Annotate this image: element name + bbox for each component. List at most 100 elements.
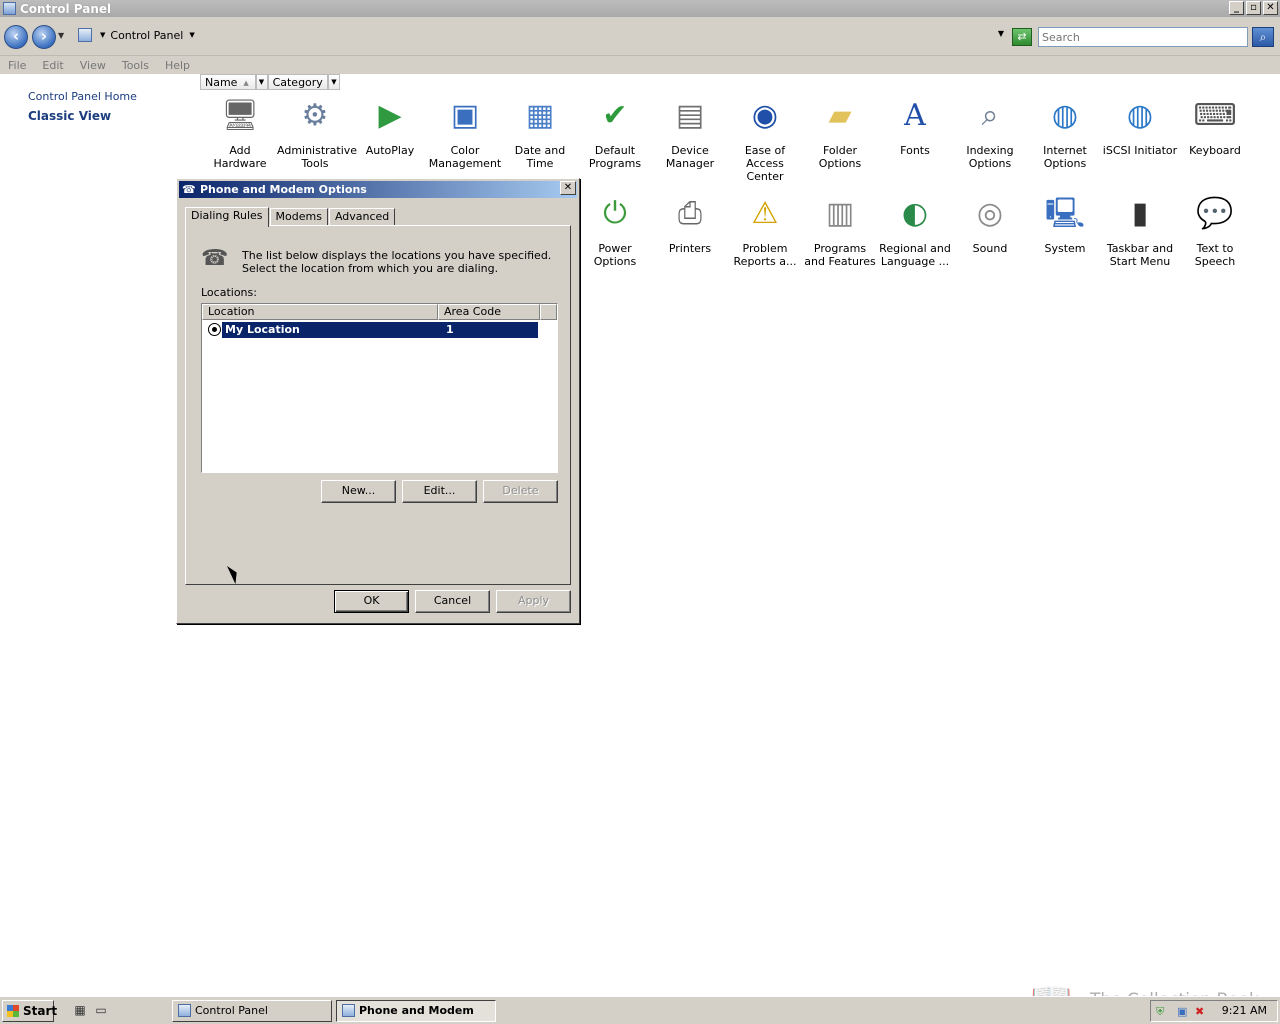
taskbar-start-menu-icon: ▮ xyxy=(1131,195,1149,231)
taskbar: Start ▦ ▭ Control Panel Phone and Modem … xyxy=(0,996,1280,1024)
chevron-down-icon[interactable]: ▼ xyxy=(189,31,194,39)
tab-dialing-rules[interactable]: Dialing Rules xyxy=(185,207,269,227)
menu-view[interactable]: View xyxy=(72,59,114,72)
close-button[interactable]: ✕ xyxy=(1263,1,1278,15)
cp-item-internet-options[interactable]: ◍ Internet Options xyxy=(1027,92,1103,170)
color-management-icon: ▣ xyxy=(450,97,480,133)
locations-list[interactable]: Location Area Code My Location 1 xyxy=(201,303,558,473)
delete-location-button[interactable]: Delete xyxy=(483,480,558,503)
taskbar-item-phone-modem[interactable]: Phone and Modem Op... xyxy=(336,1000,496,1022)
tab-advanced[interactable]: Advanced xyxy=(328,208,396,226)
icon-label: Regional and Language ... xyxy=(879,242,951,268)
chevron-down-icon[interactable]: ▼ xyxy=(100,31,105,39)
cp-item-add-hardware[interactable]: 🖥 Add Hardware xyxy=(202,92,278,170)
cp-item-administrative-tools[interactable]: ⚙ Administrative Tools xyxy=(277,92,357,170)
network-icon[interactable]: ▣ xyxy=(1177,1005,1190,1018)
tab-modems[interactable]: Modems xyxy=(269,208,328,226)
taskbar-item-control-panel[interactable]: Control Panel xyxy=(172,1000,332,1022)
control-panel-icon xyxy=(3,2,16,15)
maximize-button[interactable]: ▫ xyxy=(1246,1,1261,15)
cp-item-problem-reports[interactable]: ⚠ Problem Reports a... xyxy=(727,190,803,268)
table-row[interactable]: My Location 1 xyxy=(222,322,538,338)
address-dropdown-button[interactable]: ▼ xyxy=(998,29,1004,38)
cp-item-power-options[interactable]: ⏻ Power Options xyxy=(577,190,653,268)
address-path[interactable]: Control Panel xyxy=(110,29,183,42)
dialog-title: Phone and Modem Options xyxy=(200,183,367,196)
selected-location-radio[interactable] xyxy=(208,323,221,336)
column-area-code[interactable]: Area Code xyxy=(438,304,540,320)
network-error-icon[interactable]: ✖ xyxy=(1195,1005,1208,1018)
cp-item-text-to-speech[interactable]: 💬 Text to Speech xyxy=(1177,190,1253,268)
menu-help[interactable]: Help xyxy=(157,59,198,72)
icon-label: Text to Speech xyxy=(1194,242,1236,268)
show-desktop-icon[interactable]: ▭ xyxy=(93,1003,109,1018)
fonts-icon: A xyxy=(904,97,926,133)
control-panel-icon xyxy=(78,28,92,42)
cp-item-programs-and-features[interactable]: ▥ Programs and Features xyxy=(802,190,878,268)
cp-item-sound[interactable]: ◎ Sound xyxy=(952,190,1028,255)
device-manager-icon: ▤ xyxy=(675,97,705,133)
cp-item-keyboard[interactable]: ⌨ Keyboard xyxy=(1177,92,1253,157)
cancel-button[interactable]: Cancel xyxy=(415,590,490,613)
default-programs-icon: ✔ xyxy=(602,97,628,133)
ok-button[interactable]: OK xyxy=(334,590,409,613)
search-icon[interactable]: ⌕ xyxy=(1252,27,1274,47)
icon-label: Fonts xyxy=(900,144,930,157)
column-filler xyxy=(540,304,557,320)
cp-item-taskbar-start-menu[interactable]: ▮ Taskbar and Start Menu xyxy=(1102,190,1178,268)
start-button[interactable]: Start xyxy=(2,1000,57,1022)
cp-item-default-programs[interactable]: ✔ Default Programs xyxy=(577,92,653,170)
icon-label: Date and Time xyxy=(514,144,566,170)
phone-icon xyxy=(342,1004,355,1017)
regional-language-icon: ◐ xyxy=(901,195,929,231)
minimize-button[interactable]: _ xyxy=(1229,1,1244,15)
refresh-button[interactable]: ⇄ xyxy=(1012,28,1032,46)
apply-button[interactable]: Apply xyxy=(496,590,571,613)
edit-location-button[interactable]: Edit... xyxy=(402,480,477,503)
clock[interactable]: 9:21 AM xyxy=(1222,1004,1267,1017)
cp-item-autoplay[interactable]: ▶ AutoPlay xyxy=(352,92,428,157)
dialog-close-button[interactable]: ✕ xyxy=(560,181,576,195)
address-toolbar: ‹ › ▼ ▼ Control Panel ▼ ▼ ⇄ ⌕ xyxy=(0,17,1280,56)
programs-and-features-icon: ▥ xyxy=(825,195,855,231)
back-button[interactable]: ‹ xyxy=(4,25,28,49)
column-name-label: Name xyxy=(205,75,238,89)
cp-item-device-manager[interactable]: ▤ Device Manager xyxy=(652,92,728,170)
cp-item-ease-of-access[interactable]: ◉ Ease of Access Center xyxy=(727,92,803,183)
ease-of-access-icon: ◉ xyxy=(751,97,779,133)
cp-item-indexing-options[interactable]: ⌕ Indexing Options xyxy=(952,92,1028,170)
iscsi-initiator-icon: ◍ xyxy=(1126,97,1154,133)
column-location[interactable]: Location xyxy=(202,304,438,320)
cp-item-printers[interactable]: ⎙ Printers xyxy=(652,190,728,255)
recent-pages-dropdown[interactable]: ▼ xyxy=(58,31,64,40)
column-name[interactable]: Name ▲ xyxy=(200,74,256,90)
menu-file[interactable]: File xyxy=(0,59,34,72)
classic-view-link[interactable]: Classic View xyxy=(28,109,111,123)
cp-item-folder-options[interactable]: ▰ Folder Options xyxy=(802,92,878,170)
cp-item-system[interactable]: 🖳 System xyxy=(1027,190,1103,255)
dialog-title-bar[interactable]: ☎ Phone and Modem Options xyxy=(179,181,577,198)
control-panel-home-link[interactable]: Control Panel Home xyxy=(28,90,137,103)
icon-label: Add Hardware xyxy=(213,144,267,170)
address-bar[interactable]: ▼ Control Panel ▼ ▼ xyxy=(76,25,1008,45)
column-category-dropdown[interactable]: ▼ xyxy=(328,74,341,90)
search-input[interactable] xyxy=(1038,27,1248,47)
task-label: Phone and Modem Op... xyxy=(359,1004,474,1017)
cp-item-iscsi-initiator[interactable]: ◍ iSCSI Initiator xyxy=(1102,92,1178,157)
icon-label: iSCSI Initiator xyxy=(1102,144,1178,157)
cp-item-fonts[interactable]: A Fonts xyxy=(877,92,953,157)
column-category[interactable]: Category xyxy=(267,74,329,90)
cp-item-date-and-time[interactable]: ▦ Date and Time xyxy=(502,92,578,170)
phone-icon: ☎ xyxy=(182,183,196,196)
cp-item-color-management[interactable]: ▣ Color Management xyxy=(427,92,503,170)
cp-item-regional-language[interactable]: ◐ Regional and Language ... xyxy=(877,190,953,268)
menu-tools[interactable]: Tools xyxy=(114,59,157,72)
phone-modem-options-dialog: ☎ Phone and Modem Options ✕ Dialing Rule… xyxy=(176,178,580,624)
forward-button[interactable]: › xyxy=(32,25,56,49)
new-location-button[interactable]: New... xyxy=(321,480,396,503)
server-manager-icon[interactable]: ▦ xyxy=(72,1003,88,1018)
menu-edit[interactable]: Edit xyxy=(34,59,71,72)
column-headers: Name ▲ ▼ Category ▼ xyxy=(200,74,341,90)
column-name-dropdown[interactable]: ▼ xyxy=(255,74,268,90)
security-icon[interactable]: ⛨ xyxy=(1156,1005,1169,1018)
